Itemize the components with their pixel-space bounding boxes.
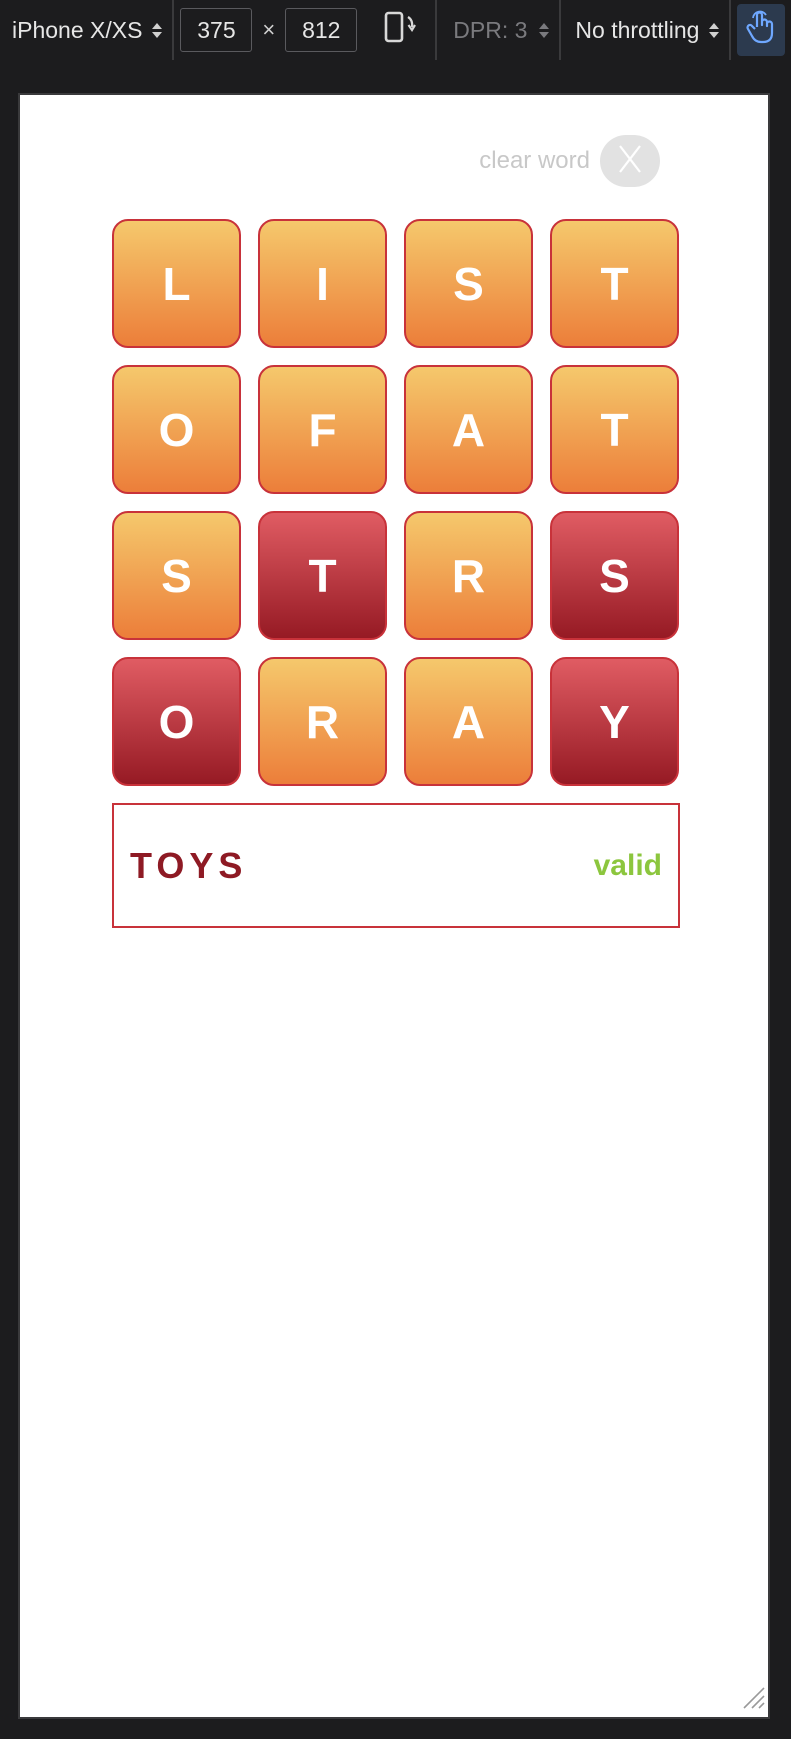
letter-tile[interactable]: S xyxy=(112,511,241,640)
touch-toggle-button[interactable] xyxy=(737,4,786,56)
letter-tile[interactable]: O xyxy=(112,657,241,786)
clear-word-row: clear word xyxy=(479,135,660,187)
letter-tile[interactable]: T xyxy=(550,219,679,348)
height-input[interactable]: 812 xyxy=(285,8,358,52)
dimension-separator: × xyxy=(262,17,276,42)
current-word: TOYS xyxy=(130,844,248,886)
clear-word-button[interactable] xyxy=(600,135,660,187)
letter-tile[interactable]: O xyxy=(112,365,241,494)
letter-tile[interactable]: L xyxy=(112,219,241,348)
letter-tile[interactable]: A xyxy=(404,365,533,494)
clear-word-label: clear word xyxy=(479,147,590,174)
rotate-icon xyxy=(383,9,417,51)
letter-tile[interactable]: T xyxy=(258,511,387,640)
toolbar-divider xyxy=(729,0,732,60)
device-name: iPhone X/XS xyxy=(12,16,143,43)
dimensions-group: 375 × 812 xyxy=(174,0,365,60)
letter-tile[interactable]: R xyxy=(258,657,387,786)
letter-tile[interactable]: Y xyxy=(550,657,679,786)
dpr-label: DPR: 3 xyxy=(453,16,528,43)
emulated-viewport: clear word L I S T O F A T S T R S O R A… xyxy=(18,93,770,1719)
resize-grip-icon[interactable] xyxy=(740,1684,766,1715)
updown-arrows-icon xyxy=(539,22,550,38)
throttling-label: No throttling xyxy=(575,16,700,43)
letter-tile[interactable]: R xyxy=(404,511,533,640)
device-toolbar: iPhone X/XS 375 × 812 DPR: 3 No throttli… xyxy=(0,0,791,60)
throttling-select[interactable]: No throttling xyxy=(561,0,729,60)
width-input[interactable]: 375 xyxy=(180,8,253,52)
dpr-select[interactable]: DPR: 3 xyxy=(437,0,559,60)
updown-arrows-icon xyxy=(709,22,720,38)
rotate-button[interactable] xyxy=(365,0,435,60)
updown-arrows-icon xyxy=(152,22,163,38)
touch-icon xyxy=(746,9,776,51)
letter-tile[interactable]: F xyxy=(258,365,387,494)
letter-tile[interactable]: S xyxy=(404,219,533,348)
letter-grid: L I S T O F A T S T R S O R A Y xyxy=(112,219,679,786)
current-word-box: TOYS valid xyxy=(112,803,680,928)
word-status: valid xyxy=(593,848,662,882)
letter-tile[interactable]: A xyxy=(404,657,533,786)
letter-tile[interactable]: I xyxy=(258,219,387,348)
letter-tile[interactable]: S xyxy=(550,511,679,640)
close-icon xyxy=(617,144,643,179)
letter-tile[interactable]: T xyxy=(550,365,679,494)
device-select[interactable]: iPhone X/XS xyxy=(0,0,172,60)
